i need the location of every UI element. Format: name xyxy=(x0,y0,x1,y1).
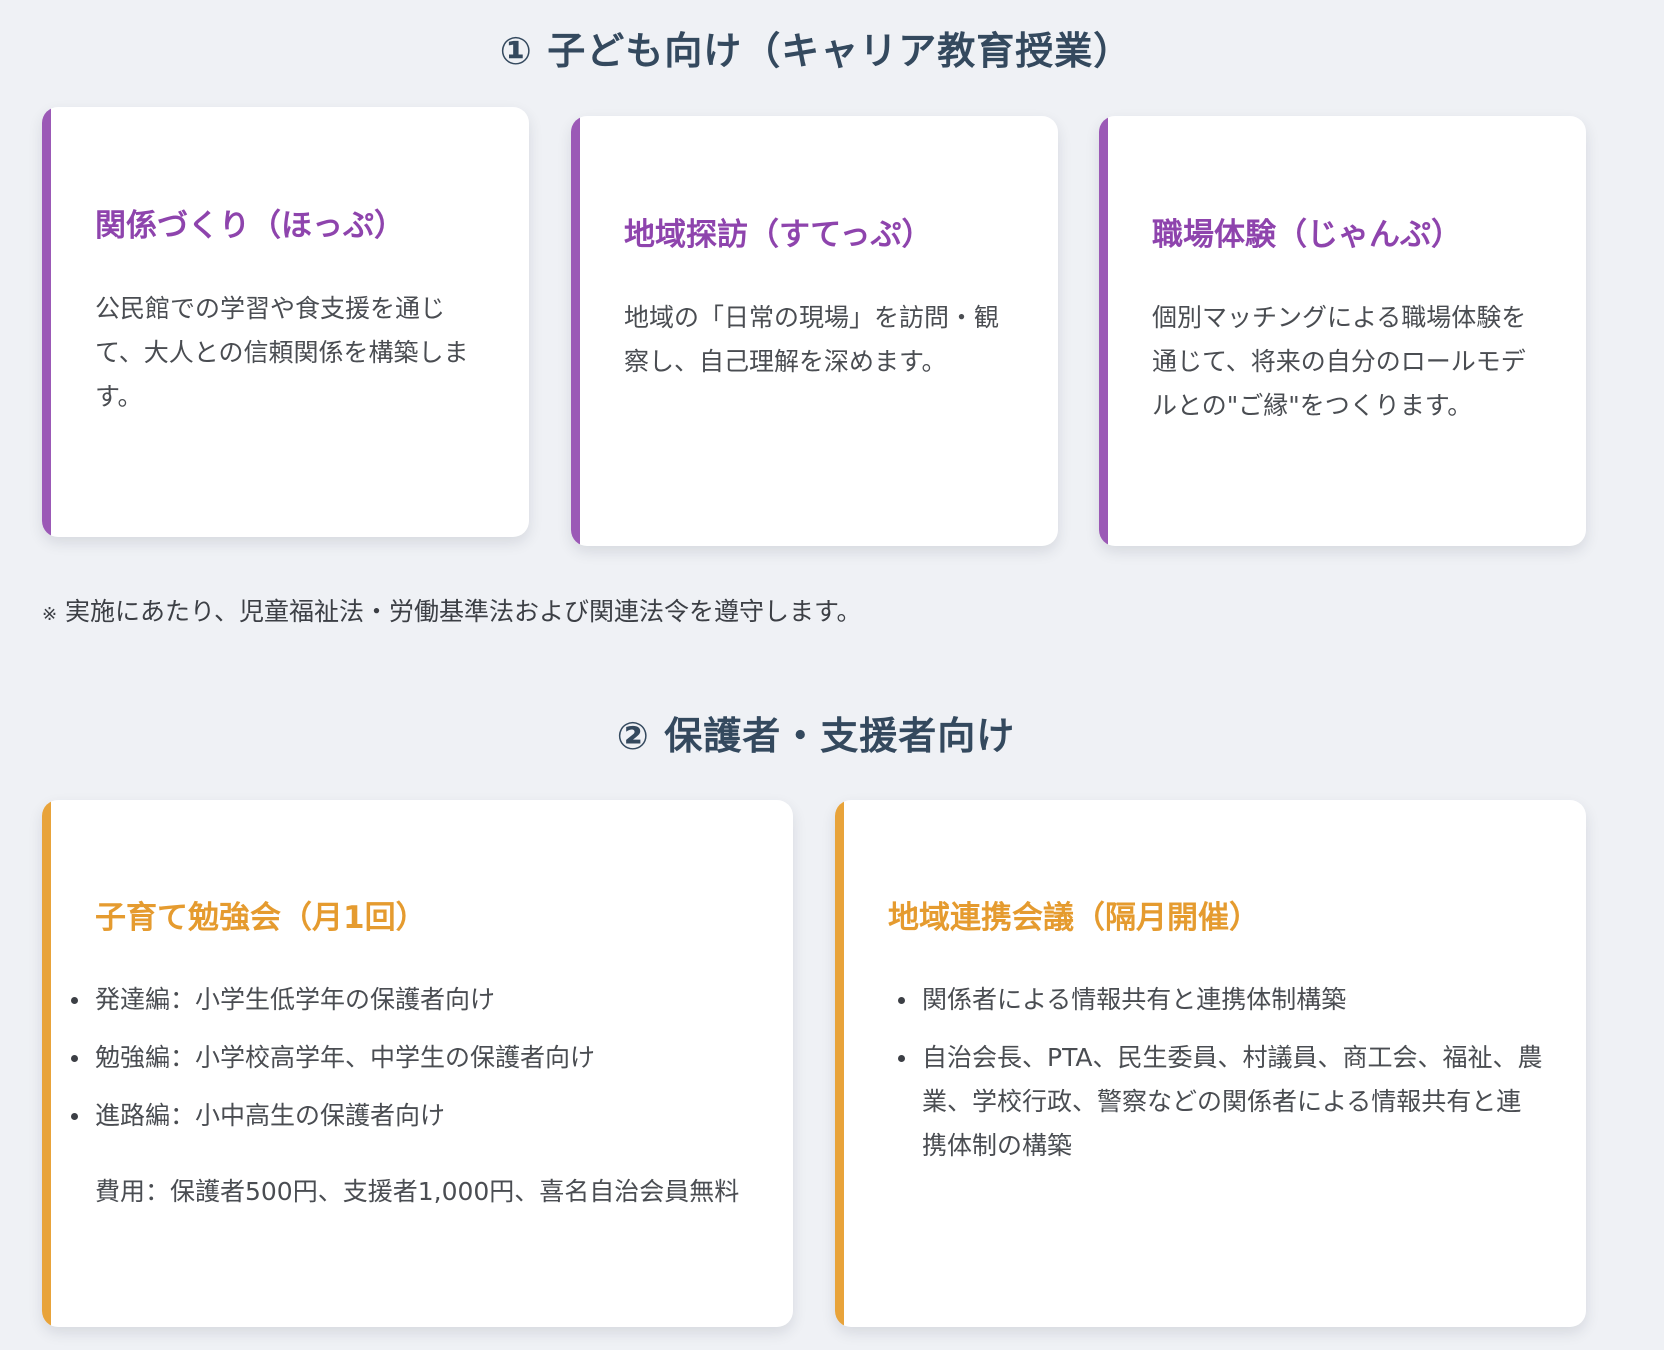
card-community-liaison-meeting: 地域連携会議（隔月開催） 関係者による情報共有と連携体制構築 自治会長、PTA、… xyxy=(835,800,1586,1327)
card-title: 地域連携会議（隔月開催） xyxy=(888,900,1260,936)
list-item-text: 進路編：小中高生の保護者向け xyxy=(95,1101,446,1130)
list-item: 発達編：小学生低学年の保護者向け xyxy=(71,978,753,1022)
list-item-text: 関係者による情報共有と連携体制構築 xyxy=(922,985,1347,1014)
card-description: 個別マッチングによる職場体験を通じて、将来の自分のロールモデルとの"ご縁"をつく… xyxy=(1152,303,1527,420)
list-item: 関係者による情報共有と連携体制構築 xyxy=(898,978,1546,1022)
card-description: 地域の「日常の現場」を訪問・観察し、自己理解を深めます。 xyxy=(624,303,1000,376)
card-description: 公民館での学習や食支援を通じて、大人との信頼関係を構築します。 xyxy=(95,294,469,411)
bullet-list: 関係者による情報共有と連携体制構築 自治会長、PTA、民生委員、村議員、商工会、… xyxy=(898,978,1546,1182)
note-mark: ※ xyxy=(42,604,58,625)
list-item: 勉強編：小学校高学年、中学生の保護者向け xyxy=(71,1036,753,1080)
cost-text: 費用：保護者500円、支援者1,000円、喜名自治会員無料 xyxy=(95,1177,740,1206)
card-title: 関係づくり（ほっぷ） xyxy=(95,208,405,244)
card-parenting-study-group: 子育て勉強会（月1回） 発達編：小学生低学年の保護者向け 勉強編：小学校高学年、… xyxy=(42,800,793,1327)
list-item: 進路編：小中高生の保護者向け xyxy=(71,1094,753,1138)
note-text: 実施にあたり、児童福祉法・労働基準法および関連法令を遵守します。 xyxy=(57,597,862,626)
bullet-list: 発達編：小学生低学年の保護者向け 勉強編：小学校高学年、中学生の保護者向け 進路… xyxy=(71,978,753,1152)
bullet-icon xyxy=(71,997,78,1004)
bullet-icon xyxy=(71,1055,78,1062)
section-title-children: ① 子ども向け（キャリア教育授業） xyxy=(499,29,1133,73)
section-title-parents: ② 保護者・支援者向け xyxy=(616,714,1016,758)
bullet-icon xyxy=(898,997,905,1004)
card-community-visit: 地域探訪（すてっぷ） 地域の「日常の現場」を訪問・観察し、自己理解を深めます。 xyxy=(571,116,1058,546)
card-title: 地域探訪（すてっぷ） xyxy=(624,217,933,253)
card-relationship-building: 関係づくり（ほっぷ） 公民館での学習や食支援を通じて、大人との信頼関係を構築しま… xyxy=(42,107,529,537)
bullet-icon xyxy=(898,1055,905,1062)
list-item-text: 勉強編：小学校高学年、中学生の保護者向け xyxy=(95,1043,596,1072)
bullet-icon xyxy=(71,1113,78,1120)
list-item: 自治会長、PTA、民生委員、村議員、商工会、福祉、農業、学校行政、警察などの関係… xyxy=(898,1036,1546,1168)
compliance-note: ※ 実施にあたり、児童福祉法・労働基準法および関連法令を遵守します。 xyxy=(42,592,862,628)
list-item-text: 自治会長、PTA、民生委員、村議員、商工会、福祉、農業、学校行政、警察などの関係… xyxy=(922,1043,1543,1160)
list-item-text: 発達編：小学生低学年の保護者向け xyxy=(95,985,496,1014)
card-title: 子育て勉強会（月1回） xyxy=(95,900,427,936)
card-workplace-experience: 職場体験（じゃんぷ） 個別マッチングによる職場体験を通じて、将来の自分のロールモ… xyxy=(1099,116,1586,546)
card-title: 職場体験（じゃんぷ） xyxy=(1152,217,1462,253)
